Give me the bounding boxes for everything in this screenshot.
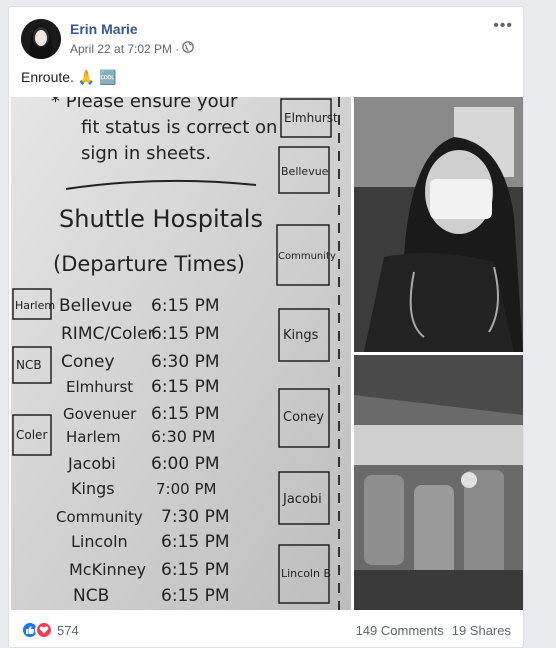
schedule-name-7: Kings <box>71 479 115 498</box>
right-tag-3: Kings <box>283 328 319 343</box>
left-tag-0: Harlem <box>15 299 55 312</box>
schedule-time-3: 6:15 PM <box>151 377 220 397</box>
avatar[interactable] <box>21 19 61 59</box>
whiteboard-note-1: * Please ensure your <box>51 97 238 112</box>
bus-interior-photo[interactable] <box>354 355 523 610</box>
right-tag-0: Elmhurst <box>284 111 338 125</box>
schedule-name-11: NCB <box>73 586 109 606</box>
right-tag-5: Jacobi <box>282 492 322 507</box>
selfie-photo[interactable] <box>354 97 523 352</box>
right-tag-1: Bellevue <box>281 165 329 178</box>
schedule-time-0: 6:15 PM <box>151 296 220 316</box>
schedule-time-9: 6:15 PM <box>161 532 230 552</box>
schedule-name-0: Bellevue <box>59 296 132 316</box>
schedule-name-3: Elmhurst <box>66 378 133 396</box>
reactions[interactable]: 574 <box>21 621 79 639</box>
post-meta: April 22 at 7:02 PM · <box>70 41 194 56</box>
right-tag-4: Coney <box>283 410 324 425</box>
author-name[interactable]: Erin Marie <box>70 21 138 37</box>
whiteboard-subtitle: (Departure Times) <box>53 252 245 276</box>
schedule-name-8: Community <box>56 508 143 526</box>
left-tag-2: Coler <box>16 428 47 442</box>
schedule-time-8: 7:30 PM <box>161 507 230 527</box>
love-reaction-icon <box>35 621 53 639</box>
schedule-name-6: Jacobi <box>67 454 116 473</box>
right-tag-6: Lincoln B <box>281 567 331 580</box>
shares-count[interactable]: 19 Shares <box>452 623 511 638</box>
whiteboard-note-3: sign in sheets. <box>81 143 211 164</box>
whiteboard-note-2: fit status is correct on <box>81 117 277 138</box>
schedule-time-1: 6:15 PM <box>151 324 220 344</box>
schedule-name-10: McKinney <box>69 560 146 579</box>
post-footer: 574 149 Comments 19 Shares <box>21 618 511 642</box>
schedule-name-5: Harlem <box>66 428 121 446</box>
photo-grid: * Please ensure your fit status is corre… <box>11 97 523 610</box>
post-timestamp[interactable]: April 22 at 7:02 PM <box>70 42 172 56</box>
comments-count[interactable]: 149 Comments <box>356 623 444 638</box>
schedule-time-2: 6:30 PM <box>151 352 220 372</box>
post-text: Enroute. 🙏 🆒 <box>21 69 117 85</box>
whiteboard-title: Shuttle Hospitals <box>59 205 263 233</box>
whiteboard-photo[interactable]: * Please ensure your fit status is corre… <box>11 97 351 610</box>
schedule-name-4: Govenuer <box>63 405 137 423</box>
right-tag-2: Community <box>278 251 336 262</box>
schedule-time-5: 6:30 PM <box>151 427 215 446</box>
more-options-button[interactable]: ••• <box>493 17 513 35</box>
schedule-name-9: Lincoln <box>71 532 128 551</box>
schedule-time-11: 6:15 PM <box>161 586 230 606</box>
schedule-time-7: 7:00 PM <box>156 480 216 498</box>
meta-separator: · <box>175 41 180 56</box>
schedule-time-6: 6:00 PM <box>151 454 220 474</box>
post-card: Erin Marie April 22 at 7:02 PM · ••• Enr… <box>8 6 524 648</box>
globe-icon <box>182 41 194 56</box>
schedule-name-1: RIMC/Coler <box>61 324 155 344</box>
schedule-time-4: 6:15 PM <box>151 404 220 424</box>
reaction-count[interactable]: 574 <box>57 623 79 638</box>
left-tag-1: NCB <box>16 358 42 372</box>
schedule-time-10: 6:15 PM <box>161 560 230 580</box>
schedule-name-2: Coney <box>61 352 115 372</box>
